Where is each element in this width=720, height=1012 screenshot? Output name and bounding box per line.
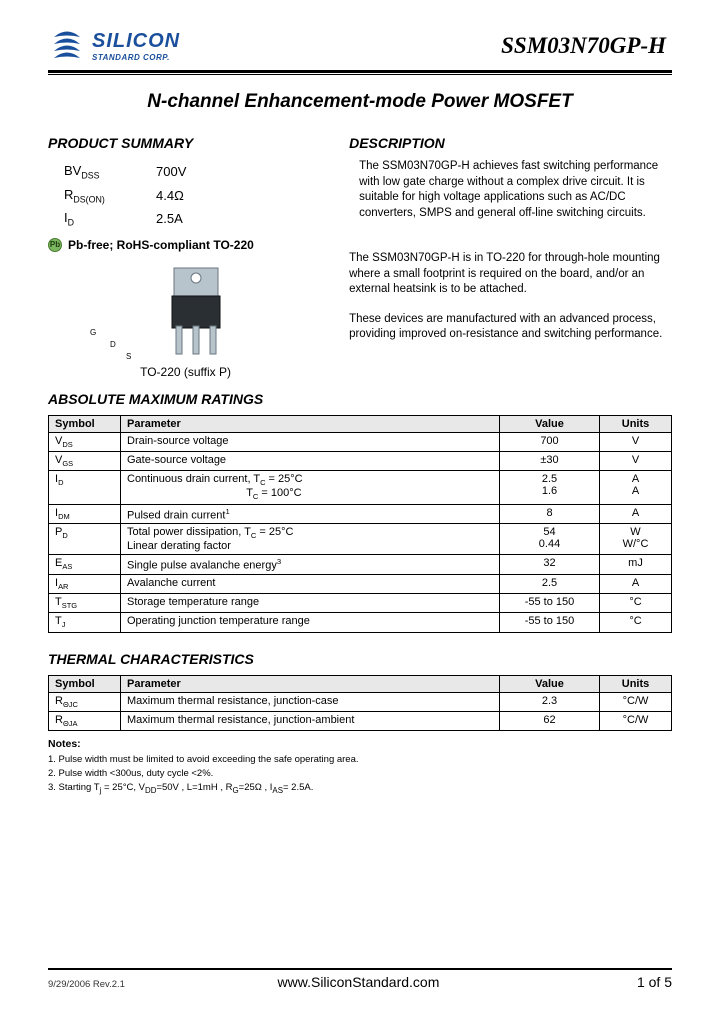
summary-row: RDS(ON)4.4Ω	[64, 185, 186, 207]
abs-max-heading: ABSOLUTE MAXIMUM RATINGS	[48, 391, 672, 407]
table-row: IDMPulsed drain current18A	[49, 504, 672, 524]
note-item: 2. Pulse width <300us, duty cycle <2%.	[48, 767, 672, 781]
page-footer: 9/29/2006 Rev.2.1 www.SiliconStandard.co…	[48, 968, 672, 990]
product-summary-table: BVDSS700VRDS(ON)4.4ΩID2.5A	[62, 159, 188, 232]
rohs-icon: Pb	[48, 238, 62, 252]
footer-revision: 9/29/2006 Rev.2.1	[48, 979, 125, 990]
package-image-block: G D S TO-220 (suffix P)	[48, 260, 323, 379]
footer-page-number: 1 of 5	[592, 974, 672, 990]
note-item: 1. Pulse width must be limited to avoid …	[48, 753, 672, 767]
footer-url: www.SiliconStandard.com	[125, 974, 592, 990]
table-row: TJOperating junction temperature range-5…	[49, 613, 672, 632]
table-row: VGSGate-source voltage±30V	[49, 451, 672, 470]
notes-block: Notes: 1. Pulse width must be limited to…	[48, 737, 672, 797]
header-rule-thin	[48, 74, 672, 75]
rohs-text: Pb-free; RoHS-compliant TO-220	[68, 238, 254, 252]
thermal-heading: THERMAL CHARACTERISTICS	[48, 651, 672, 667]
table-row: VDSDrain-source voltage700V	[49, 432, 672, 451]
package-icon	[116, 260, 256, 360]
notes-heading: Notes:	[48, 737, 672, 753]
part-number: SSM03N70GP-H	[501, 33, 672, 59]
note-item: 3. Starting Tj = 25°C, VDD=50V , L=1mH ,…	[48, 781, 672, 797]
description-p2: The SSM03N70GP-H is in TO-220 for throug…	[349, 251, 672, 298]
table-row: PDTotal power dissipation, TC = 25°CLine…	[49, 524, 672, 555]
logo-text-top: SILICON	[92, 30, 180, 53]
package-caption: TO-220 (suffix P)	[48, 365, 323, 379]
summary-row: ID2.5A	[64, 208, 186, 230]
logo-text-bottom: STANDARD CORP.	[92, 53, 180, 62]
abs-max-table: SymbolParameterValueUnits VDSDrain-sourc…	[48, 415, 672, 633]
header-rule	[48, 70, 672, 73]
document-title: N-channel Enhancement-mode Power MOSFET	[48, 91, 672, 113]
description-p1: The SSM03N70GP-H achieves fast switching…	[349, 159, 672, 221]
description-heading: DESCRIPTION	[349, 135, 672, 151]
summary-row: BVDSS700V	[64, 161, 186, 183]
pin-d-label: D	[110, 340, 116, 349]
logo-icon	[48, 28, 86, 64]
pin-g-label: G	[90, 328, 96, 337]
page-header: SILICON STANDARD CORP. SSM03N70GP-H	[48, 28, 672, 64]
description-p3: These devices are manufactured with an a…	[349, 312, 672, 343]
pin-s-label: S	[126, 352, 131, 361]
rohs-line: Pb Pb-free; RoHS-compliant TO-220	[48, 238, 323, 252]
table-row: IDContinuous drain current, TC = 25°C TC…	[49, 471, 672, 504]
table-row: EASSingle pulse avalanche energy332mJ	[49, 555, 672, 575]
table-row: TSTGStorage temperature range-55 to 150°…	[49, 594, 672, 613]
table-row: RΘJAMaximum thermal resistance, junction…	[49, 711, 672, 730]
company-logo: SILICON STANDARD CORP.	[48, 28, 180, 64]
product-summary-heading: PRODUCT SUMMARY	[48, 135, 323, 151]
thermal-table: SymbolParameterValueUnits RΘJCMaximum th…	[48, 675, 672, 731]
table-row: RΘJCMaximum thermal resistance, junction…	[49, 692, 672, 711]
table-row: IARAvalanche current2.5A	[49, 575, 672, 594]
